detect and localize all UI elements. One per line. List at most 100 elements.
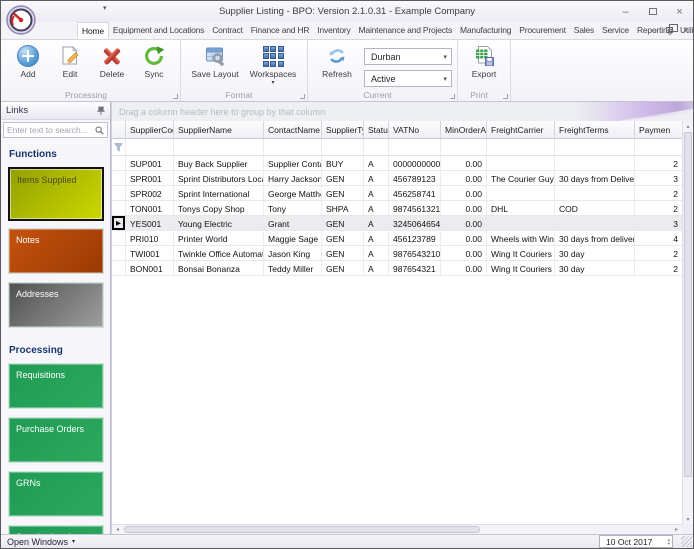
table-row-spr002[interactable]: SPR002Sprint InternationalGeorge Matthew… [112, 186, 693, 201]
export-button[interactable]: Export [463, 43, 505, 79]
cell-suppliername[interactable]: Twinkle Office Automation ... [174, 246, 264, 260]
column-header-status[interactable]: Status [364, 121, 389, 138]
date-spinner[interactable]: ▴ ▾ [668, 538, 670, 546]
dialog-launcher-icon[interactable] [300, 94, 305, 99]
sidebar-item-items-supplied[interactable]: Items Supplied [8, 167, 104, 221]
cell-freightterms[interactable]: COD [555, 201, 635, 215]
column-header-freightterms[interactable]: FreightTerms [555, 121, 635, 138]
cell-status[interactable]: A [364, 261, 389, 275]
scroll-left-icon[interactable]: ◂ [112, 525, 123, 534]
cell-vatno[interactable]: 456123789 [389, 231, 441, 245]
cell-status[interactable]: A [364, 246, 389, 260]
group-by-panel[interactable]: Drag a column header here to group by th… [112, 102, 693, 121]
horizontal-scroll-thumb[interactable] [124, 526, 480, 533]
cell-suppliername[interactable]: Tonys Copy Shop [174, 201, 264, 215]
cell-vatno[interactable]: 3245064654 [389, 216, 441, 230]
cell-freightcarrier[interactable]: DHL [487, 201, 555, 215]
cell-minorderamt[interactable]: 0.00 [441, 246, 487, 260]
cell-vatno[interactable]: 456258741 [389, 186, 441, 200]
cell-suppliercode[interactable]: TWI001 [126, 246, 174, 260]
resize-grip[interactable] [681, 536, 692, 547]
ribbon-tab-equipment-and-locations[interactable]: Equipment and Locations [109, 22, 208, 39]
edit-button[interactable]: Edit [49, 43, 91, 79]
cell-status[interactable]: A [364, 231, 389, 245]
cell-status[interactable]: A [364, 171, 389, 185]
cell-freightcarrier[interactable]: The Courier Guy [487, 171, 555, 185]
cell-suppliercode[interactable]: SPR001 [126, 171, 174, 185]
cell-freightcarrier[interactable]: Wing It Couriers [487, 246, 555, 260]
vertical-scroll-thumb[interactable] [684, 132, 692, 477]
ribbon-tab-sales[interactable]: Sales [570, 22, 598, 39]
cell-contactname[interactable]: Tony [264, 201, 322, 215]
cell-freightterms[interactable] [555, 216, 635, 230]
cell-status[interactable]: A [364, 156, 389, 170]
cell-contactname[interactable]: Grant [264, 216, 322, 230]
ribbon-tab-finance-and-hr[interactable]: Finance and HR [247, 22, 314, 39]
sidebar-item-requisitions[interactable]: Requisitions [8, 363, 104, 409]
close-button[interactable]: × [666, 3, 693, 21]
cell-vatno[interactable]: 987654321 [389, 261, 441, 275]
save-layout-button[interactable]: Save Layout [186, 43, 244, 79]
cell-suppliername[interactable]: Buy Back Supplier [174, 156, 264, 170]
sync-button[interactable]: Sync [133, 43, 175, 79]
cell-suppliername[interactable]: Printer World [174, 231, 264, 245]
sidebar-item-notes[interactable]: Notes [8, 228, 104, 274]
cell-minorderamt[interactable]: 0.00 [441, 201, 487, 215]
search-input[interactable] [7, 125, 95, 135]
table-row-twi001[interactable]: TWI001Twinkle Office Automation ...Jason… [112, 246, 693, 261]
cell-suppliertype[interactable]: GEN [322, 186, 364, 200]
cell-status[interactable]: A [364, 201, 389, 215]
sidebar-item-purchase-orders[interactable]: Purchase Orders [8, 417, 104, 463]
cell-minorderamt[interactable]: 0.00 [441, 171, 487, 185]
scroll-down-icon[interactable]: ▾ [683, 514, 693, 524]
cell-contactname[interactable]: George Matthews [264, 186, 322, 200]
ribbon-tab-maintenance-and-projects[interactable]: Maintenance and Projects [355, 22, 456, 39]
cell-freightterms[interactable]: 30 days from delivery [555, 231, 635, 245]
cell-freightterms[interactable] [555, 186, 635, 200]
cell-suppliername[interactable]: Sprint International [174, 186, 264, 200]
table-row-spr001[interactable]: SPR001Sprint Distributors LocalHarry Jac… [112, 171, 693, 186]
filter-cell-status[interactable] [364, 139, 389, 155]
cell-suppliertype[interactable]: GEN [322, 246, 364, 260]
filter-cell-suppliercode[interactable] [126, 139, 174, 155]
refresh-button[interactable]: Refresh [313, 43, 361, 79]
scroll-right-icon[interactable]: ▸ [671, 525, 682, 534]
status-dropdown[interactable]: Active ▾ [364, 70, 452, 87]
cell-suppliercode[interactable]: BON001 [126, 261, 174, 275]
cell-vatno[interactable]: 9874561321 [389, 201, 441, 215]
cell-minorderamt[interactable]: 0.00 [441, 231, 487, 245]
table-row-bon001[interactable]: BON001Bonsai BonanzaTeddy MillerGENA9876… [112, 261, 693, 276]
column-header-vatno[interactable]: VATNo [389, 121, 441, 138]
ribbon-tab-service[interactable]: Service [598, 22, 633, 39]
cell-suppliername[interactable]: Sprint Distributors Local [174, 171, 264, 185]
cell-minorderamt[interactable]: 0.00 [441, 156, 487, 170]
filter-cell-minorderamt[interactable] [441, 139, 487, 155]
cell-minorderamt[interactable]: 0.00 [441, 186, 487, 200]
cell-freightcarrier[interactable] [487, 156, 555, 170]
cell-freightterms[interactable] [555, 156, 635, 170]
cell-freightcarrier[interactable] [487, 216, 555, 230]
cell-contactname[interactable]: Teddy Miller [264, 261, 322, 275]
cell-status[interactable]: A [364, 186, 389, 200]
scroll-up-icon[interactable]: ▴ [683, 121, 693, 131]
app-logo-gauge-icon[interactable] [6, 5, 36, 35]
delete-button[interactable]: Delete [91, 43, 133, 79]
filter-cell-contactname[interactable] [264, 139, 322, 155]
pin-icon[interactable] [97, 106, 105, 115]
cell-suppliername[interactable]: Young Electric [174, 216, 264, 230]
cell-vatno[interactable]: 456789123 [389, 171, 441, 185]
column-header-minorderamt[interactable]: MinOrderAmt [441, 121, 487, 138]
cell-suppliertype[interactable]: GEN [322, 231, 364, 245]
table-row-yes001[interactable]: ▶YES001Young ElectricGrantGENA3245064654… [112, 216, 693, 231]
filter-cell-suppliertype[interactable] [322, 139, 364, 155]
maximize-button[interactable] [639, 3, 666, 21]
cell-freightcarrier[interactable] [487, 186, 555, 200]
cell-freightterms[interactable]: 30 day [555, 246, 635, 260]
cell-suppliertype[interactable]: GEN [322, 216, 364, 230]
minimize-button[interactable]: – [612, 3, 639, 21]
ribbon-tab-home[interactable]: Home [77, 22, 109, 39]
vertical-scrollbar[interactable]: ▴ ▾ [682, 121, 693, 524]
sidebar-item-supplier-invoices[interactable]: Supplier Invoices [8, 525, 104, 534]
cell-suppliertype[interactable]: SHPA [322, 201, 364, 215]
cell-minorderamt[interactable]: 0.00 [441, 216, 487, 230]
